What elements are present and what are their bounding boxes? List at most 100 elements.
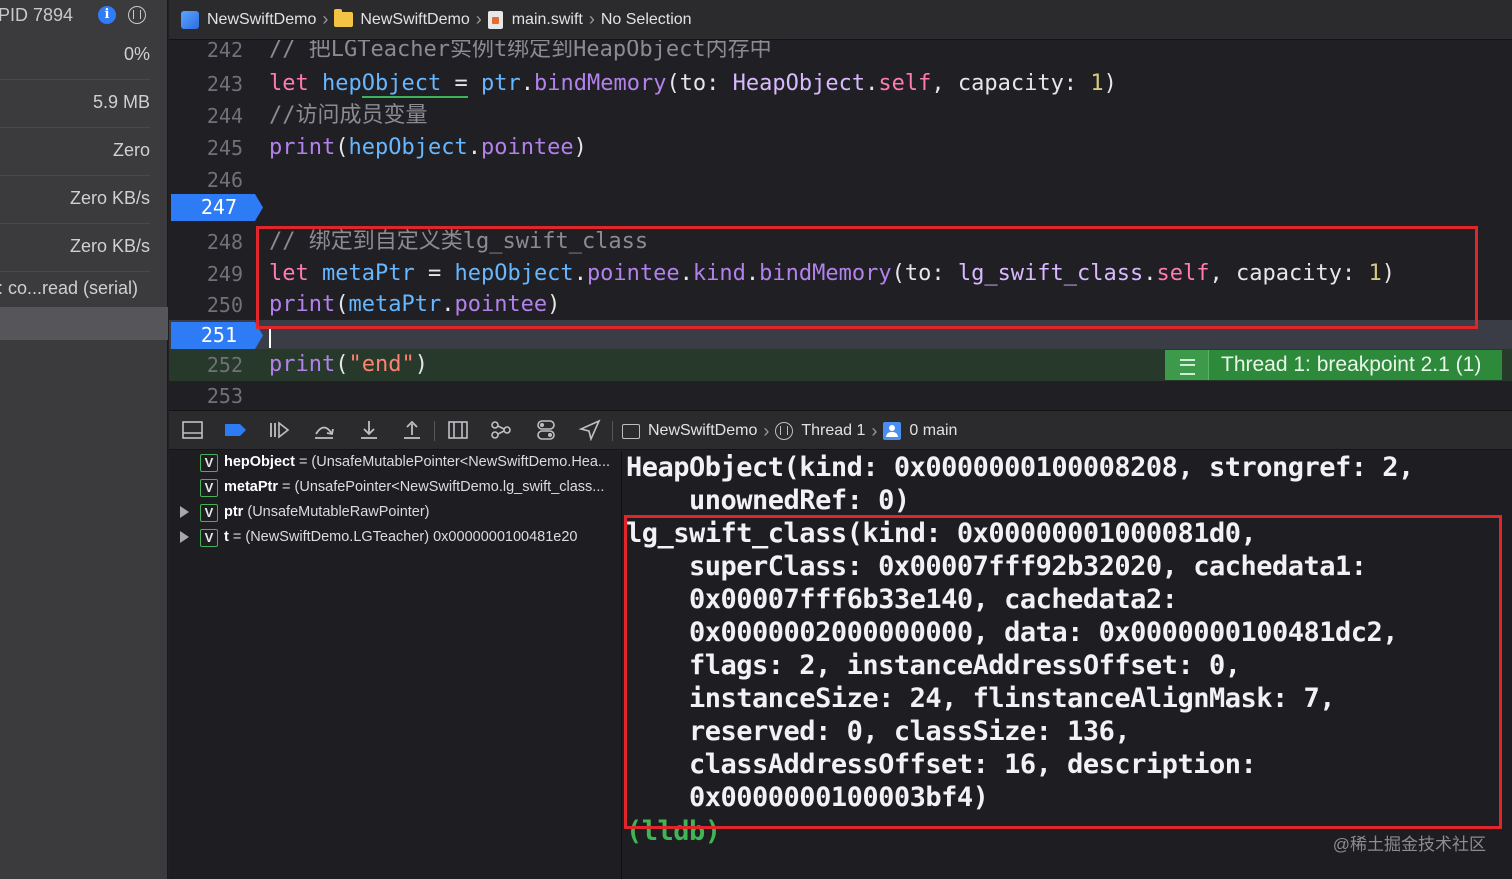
continue-icon[interactable] bbox=[267, 419, 291, 441]
variable-row[interactable]: V hepObject = (UnsafeMutablePointer<NewS… bbox=[169, 451, 621, 476]
code-line[interactable]: 243 let hepObject = ptr.bindMemory(to: H… bbox=[169, 68, 1512, 100]
variable-icon: V bbox=[200, 529, 218, 547]
threads-icon[interactable] bbox=[128, 6, 146, 24]
memory-value: 5.9 MB bbox=[92, 92, 150, 112]
variable-icon: V bbox=[200, 504, 218, 522]
folder-icon bbox=[334, 9, 354, 27]
highlight-box bbox=[256, 226, 1478, 329]
variable-row[interactable]: V t = (NewSwiftDemo.LGTeacher) 0x0000000… bbox=[169, 526, 621, 551]
breakpoint-marker[interactable]: 247 bbox=[171, 194, 263, 221]
line-number: 242 bbox=[206, 40, 243, 62]
breakpoints-toggle-icon[interactable] bbox=[223, 419, 247, 441]
breakpoint-marker[interactable]: 251 bbox=[171, 322, 263, 349]
thread-icon bbox=[775, 422, 794, 440]
disclosure-triangle-icon[interactable] bbox=[180, 506, 189, 518]
line-number: 250 bbox=[206, 293, 243, 317]
watermark: @稀土掘金技术社区 bbox=[1332, 835, 1486, 854]
simulate-location-icon[interactable] bbox=[578, 419, 602, 442]
code-line[interactable]: 242 // 把LGTeacher实例t绑定到HeapObject内存中 bbox=[169, 40, 1512, 66]
queue-label[interactable]: : co...read (serial) bbox=[0, 278, 138, 299]
line-number: 248 bbox=[206, 230, 243, 254]
variable-name: ptr bbox=[224, 504, 244, 520]
code-line[interactable]: 245 print(hepObject.pointee) bbox=[169, 132, 1512, 164]
divider bbox=[612, 421, 613, 441]
process-row[interactable]: PID 7894 i bbox=[0, 0, 168, 32]
chevron-right-icon: › bbox=[763, 420, 770, 441]
menu-icon[interactable] bbox=[1165, 350, 1209, 380]
line-number: 245 bbox=[206, 136, 243, 160]
code-text: let hepObject = ptr.bindMemory(to: HeapO… bbox=[269, 71, 1117, 98]
variable-name: hepObject bbox=[224, 454, 295, 470]
divider bbox=[434, 421, 435, 441]
jump-bar: NewSwiftDemo › NewSwiftDemo › main.swift… bbox=[169, 0, 1512, 40]
chevron-right-icon: › bbox=[588, 9, 595, 29]
code-line[interactable]: 244 //访问成员变量 bbox=[169, 100, 1512, 132]
memory-graph-icon[interactable] bbox=[489, 419, 513, 441]
memory-gauge[interactable]: 5.9 MB bbox=[0, 80, 150, 128]
chevron-right-icon: › bbox=[322, 9, 329, 29]
variable-value: = (UnsafePointer<NewSwiftDemo.lg_swift_c… bbox=[282, 479, 605, 495]
breadcrumb-folder[interactable]: NewSwiftDemo bbox=[360, 11, 469, 29]
chevron-right-icon: › bbox=[871, 420, 878, 441]
variable-value: = (NewSwiftDemo.LGTeacher) 0x00000001004… bbox=[232, 529, 578, 545]
breakpoint-annotation[interactable]: Thread 1: breakpoint 2.1 (1) bbox=[1165, 350, 1502, 380]
execution-line[interactable]: 252 print("end") Thread 1: breakpoint 2.… bbox=[169, 349, 1512, 381]
code-line[interactable]: 253 bbox=[169, 380, 1512, 410]
variable-row[interactable]: V metaPtr = (UnsafePointer<NewSwiftDemo.… bbox=[169, 476, 621, 501]
debug-breadcrumb: NewSwiftDemo › Thread 1 › 0 main bbox=[622, 411, 957, 451]
source-editor[interactable]: 242 // 把LGTeacher实例t绑定到HeapObject内存中 243… bbox=[169, 40, 1512, 410]
code-text: //访问成员变量 bbox=[269, 103, 428, 128]
code-line[interactable]: 247 bbox=[169, 192, 1512, 224]
step-out-icon[interactable] bbox=[400, 419, 424, 441]
chevron-right-icon: › bbox=[475, 9, 482, 29]
console-line: HeapObject(kind: 0x0000000100008208, str… bbox=[626, 452, 1414, 483]
debug-frame[interactable]: 0 main bbox=[909, 422, 957, 440]
debug-navigator: PID 7894 i 0% 5.9 MB Zero Zero KB/s Zero… bbox=[0, 0, 168, 879]
variable-name: metaPtr bbox=[224, 479, 278, 495]
disk-gauge[interactable]: Zero KB/s bbox=[0, 176, 150, 224]
line-number: 243 bbox=[206, 72, 243, 96]
console-line: unownedRef: 0) bbox=[626, 485, 910, 516]
energy-value: Zero bbox=[112, 140, 150, 160]
line-number: 249 bbox=[206, 262, 243, 286]
breadcrumb-project[interactable]: NewSwiftDemo bbox=[207, 11, 316, 29]
terminal-icon bbox=[622, 423, 640, 439]
variable-row[interactable]: V ptr (UnsafeMutableRawPointer) bbox=[169, 501, 621, 526]
selected-frame-row[interactable] bbox=[0, 307, 168, 340]
line-number: 253 bbox=[206, 384, 243, 408]
process-id: PID 7894 bbox=[0, 5, 74, 25]
network-gauge[interactable]: Zero KB/s bbox=[0, 224, 150, 272]
breakpoint-annotation-text: Thread 1: breakpoint 2.1 (1) bbox=[1221, 353, 1482, 376]
lldb-console[interactable]: HeapObject(kind: 0x0000000100008208, str… bbox=[623, 451, 1512, 879]
breadcrumb-selection[interactable]: No Selection bbox=[601, 11, 692, 29]
environment-overrides-icon[interactable] bbox=[534, 419, 558, 441]
variable-value: = (UnsafeMutablePointer<NewSwiftDemo.Hea… bbox=[298, 454, 611, 470]
variable-name: t bbox=[224, 529, 229, 545]
network-value: Zero KB/s bbox=[69, 236, 150, 256]
disclosure-triangle-icon[interactable] bbox=[180, 531, 189, 543]
code-text: print(hepObject.pointee) bbox=[269, 135, 587, 160]
code-text: // 把LGTeacher实例t绑定到HeapObject内存中 bbox=[269, 40, 772, 62]
info-icon[interactable]: i bbox=[98, 6, 116, 24]
step-over-icon[interactable] bbox=[312, 419, 336, 441]
debug-target[interactable]: NewSwiftDemo bbox=[648, 422, 757, 440]
cpu-gauge[interactable]: 0% bbox=[0, 32, 150, 80]
hide-debug-area-icon[interactable] bbox=[181, 419, 205, 441]
swift-file-icon bbox=[487, 10, 503, 29]
energy-gauge[interactable]: Zero bbox=[0, 128, 150, 176]
breadcrumb-file[interactable]: main.swift bbox=[512, 11, 583, 29]
variable-icon: V bbox=[200, 479, 218, 497]
variable-icon: V bbox=[200, 454, 218, 472]
stack-frame-icon bbox=[883, 422, 902, 440]
view-hierarchy-icon[interactable] bbox=[446, 419, 470, 441]
variables-view: V hepObject = (UnsafeMutablePointer<NewS… bbox=[169, 451, 622, 879]
step-into-icon[interactable] bbox=[357, 419, 381, 441]
disk-value: Zero KB/s bbox=[69, 188, 150, 208]
text-cursor bbox=[269, 326, 271, 348]
highlight-box bbox=[624, 515, 1502, 829]
debug-bar: NewSwiftDemo › Thread 1 › 0 main bbox=[169, 410, 1512, 450]
project-icon bbox=[181, 10, 199, 29]
debug-thread[interactable]: Thread 1 bbox=[801, 422, 865, 440]
line-number: 244 bbox=[206, 104, 243, 128]
line-number: 252 bbox=[206, 353, 243, 377]
